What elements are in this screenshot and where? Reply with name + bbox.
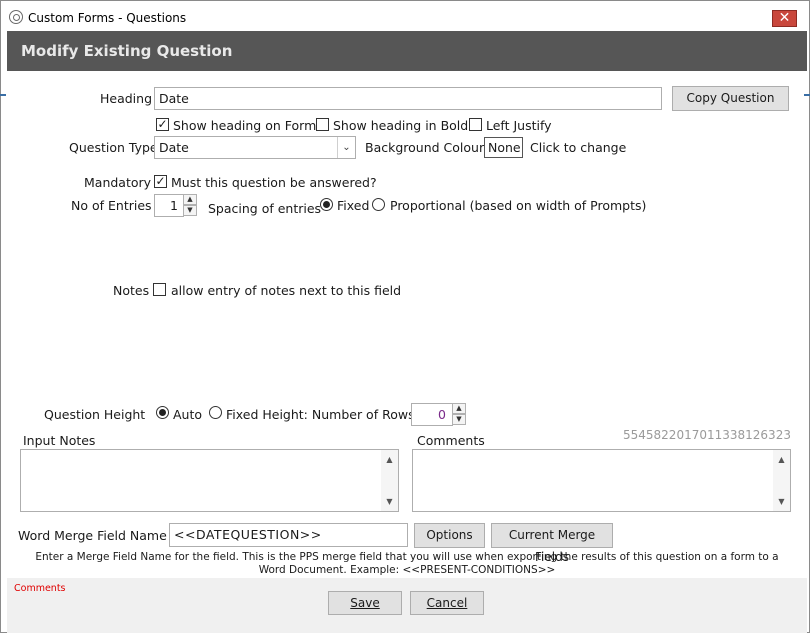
no-of-entries-input[interactable]: 1 [154,194,184,217]
left-edge-marker [0,94,6,96]
merge-help-text: Enter a Merge Field Name for the field. … [35,551,779,576]
dialog-window: Custom Forms - Questions ✕ Modify Existi… [0,0,810,633]
mandatory-checkbox[interactable]: ✓ [154,175,167,188]
spin-up-icon[interactable]: ▲ [183,194,197,205]
scroll-up-icon[interactable]: ▲ [773,451,790,468]
current-merge-fields-button[interactable]: Current Merge Fields [491,523,613,564]
app-circle-icon [9,10,23,24]
comments-textarea[interactable]: ▲ ▼ [412,449,791,512]
close-button[interactable]: ✕ [772,10,797,27]
show-heading-on-form-label: Show heading on Form [173,118,317,133]
copy-question-button[interactable]: Copy Question [672,86,789,111]
heading-input[interactable]: Date [154,87,662,110]
window-title: Custom Forms - Questions [28,11,187,25]
scroll-down-icon[interactable]: ▼ [381,493,398,510]
notes-checkbox[interactable] [153,283,166,296]
spacing-fixed-radio[interactable] [320,198,333,211]
chevron-down-icon[interactable]: ⌄ [337,137,355,158]
height-fixed-radio[interactable] [209,406,222,419]
height-auto-radio[interactable] [156,406,169,419]
record-id-text: 5545822017011338126323 [623,428,791,442]
mandatory-checkbox-label: Must this question be answered? [171,175,377,190]
question-type-label: Question Type [69,140,158,155]
input-notes-scrollbar[interactable]: ▲ ▼ [381,450,398,511]
background-colour-label: Background Colour [365,140,485,155]
rows-spin-down-icon[interactable]: ▼ [452,414,466,425]
show-heading-on-form-checkbox[interactable]: ✓ [156,118,169,131]
spacing-proportional-radio[interactable] [372,198,385,211]
spacing-of-entries-label: Spacing of entries [208,201,322,216]
spin-down-icon[interactable]: ▼ [183,205,197,216]
notes-checkbox-label: allow entry of notes next to this field [171,283,402,298]
scroll-down-icon[interactable]: ▼ [773,493,790,510]
question-height-label: Question Height [44,407,146,422]
rows-spin-up-icon[interactable]: ▲ [452,403,466,414]
comments-label: Comments [417,433,485,448]
click-to-change-hint: Click to change [530,140,627,155]
word-merge-label: Word Merge Field Name [18,528,167,543]
page-title: Modify Existing Question [21,42,233,60]
right-edge-marker [804,94,810,96]
mandatory-label: Mandatory [84,175,152,190]
cancel-button-label: Cancel [426,596,468,610]
no-of-entries-label: No of Entries [71,198,152,213]
background-colour-swatch[interactable]: None [484,137,523,158]
footer-bar: Comments Save Cancel [7,578,807,633]
fixed-rows-input[interactable]: 0 [411,403,453,426]
spacing-proportional-label: Proportional (based on width of Prompts) [390,198,647,213]
heading-label: Heading [100,91,153,106]
question-type-select[interactable]: Date [154,136,356,159]
cancel-button[interactable]: Cancel [410,591,484,615]
header-band: Modify Existing Question [7,31,807,71]
merge-field-input[interactable]: <<DATEQUESTION>> [169,523,408,547]
options-button[interactable]: Options [414,523,485,548]
height-auto-label: Auto [173,407,203,422]
show-heading-bold-checkbox[interactable] [316,118,329,131]
notes-label: Notes [113,283,150,298]
spacing-fixed-label: Fixed [337,198,370,213]
title-bar[interactable]: Custom Forms - Questions ✕ [1,1,809,31]
question-type-value: Date [159,140,189,155]
input-notes-label: Input Notes [23,433,96,448]
save-button[interactable]: Save [328,591,402,615]
show-heading-bold-label: Show heading in Bold [333,118,469,133]
comments-scrollbar[interactable]: ▲ ▼ [773,450,790,511]
scroll-up-icon[interactable]: ▲ [381,451,398,468]
comments-link[interactable]: Comments [14,583,66,594]
save-button-label: Save [350,596,380,610]
input-notes-textarea[interactable]: ▲ ▼ [20,449,399,512]
left-justify-label: Left Justify [486,118,552,133]
left-justify-checkbox[interactable] [469,118,482,131]
height-fixed-label: Fixed Height: Number of Rows [226,407,415,422]
